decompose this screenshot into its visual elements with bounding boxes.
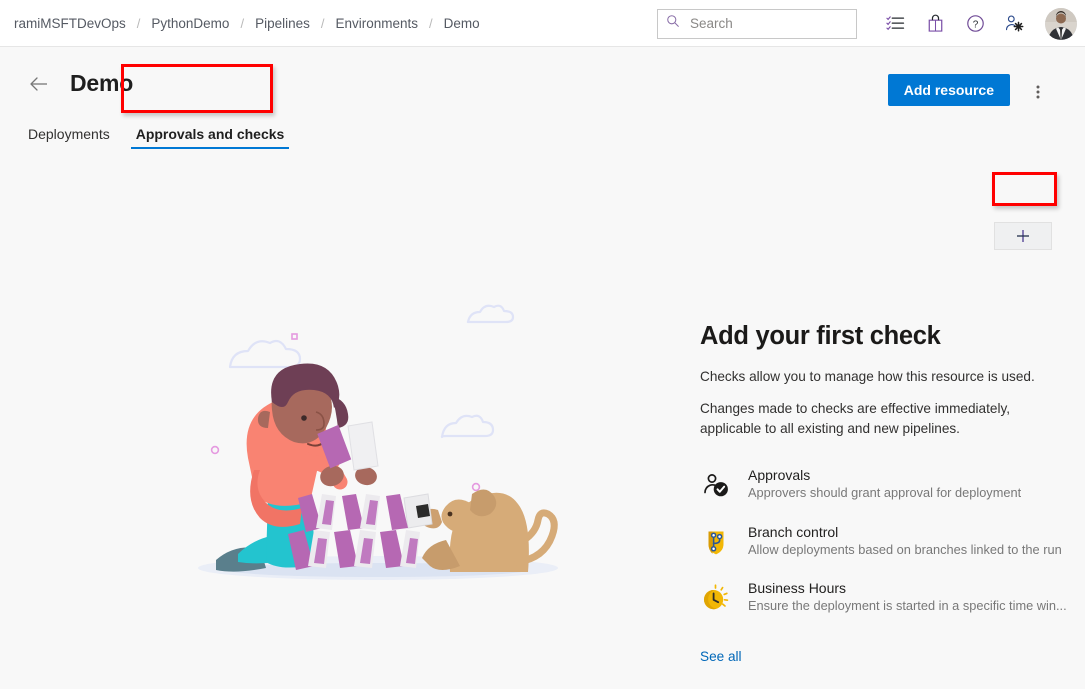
page-title: Demo <box>70 70 133 97</box>
svg-text:?: ? <box>972 19 978 30</box>
breadcrumb-separator: / <box>235 16 249 31</box>
empty-state-title: Add your first check <box>700 322 1065 351</box>
empty-state-illustration <box>120 262 660 632</box>
check-type-branch-control[interactable]: Branch control Allow deployments based o… <box>700 524 1065 559</box>
checklist-icon[interactable] <box>880 9 910 39</box>
empty-state-panel: Add your first check Checks allow you to… <box>700 322 1065 666</box>
see-all-link[interactable]: See all <box>700 649 742 664</box>
search-icon <box>666 14 680 33</box>
add-check-button[interactable] <box>994 222 1052 250</box>
page-header: Demo <box>28 70 133 97</box>
check-type-business-hours[interactable]: Business Hours Ensure the deployment is … <box>700 580 1065 615</box>
tab-approvals-and-checks-label: Approvals and checks <box>136 126 285 142</box>
check-type-approvals-label: Approvals <box>748 467 1021 483</box>
breadcrumb-item-pipelines[interactable]: Pipelines <box>249 14 316 33</box>
page-content: Demo Add resource Deployments Approvals … <box>0 47 1085 689</box>
breadcrumb-separator: / <box>424 16 438 31</box>
search-box[interactable] <box>657 9 857 39</box>
check-type-business-hours-description: Ensure the deployment is started in a sp… <box>748 598 1067 615</box>
breadcrumb-separator: / <box>132 16 146 31</box>
breadcrumb: ramiMSFTDevOps / PythonDemo / Pipelines … <box>8 14 486 33</box>
check-type-business-hours-label: Business Hours <box>748 580 1067 596</box>
check-type-text: Business Hours Ensure the deployment is … <box>748 580 1067 615</box>
tab-bar: Deployments Approvals and checks <box>28 120 296 151</box>
empty-state-description-2: Changes made to checks are effective imm… <box>700 399 1065 438</box>
search-input[interactable] <box>688 15 848 32</box>
check-type-branch-control-label: Branch control <box>748 524 1062 540</box>
approvals-icon <box>700 469 732 501</box>
business-hours-icon <box>700 582 732 614</box>
shopping-bag-icon[interactable] <box>920 9 950 39</box>
avatar[interactable] <box>1045 8 1077 40</box>
more-options-icon[interactable] <box>1025 79 1051 105</box>
tab-deployments[interactable]: Deployments <box>28 120 124 151</box>
check-type-approvals[interactable]: Approvals Approvers should grant approva… <box>700 467 1065 502</box>
breadcrumb-item-project[interactable]: PythonDemo <box>145 14 235 33</box>
check-type-branch-control-description: Allow deployments based on branches link… <box>748 542 1062 559</box>
add-resource-button[interactable]: Add resource <box>888 74 1010 106</box>
tab-deployments-label: Deployments <box>28 126 110 142</box>
tab-approvals-and-checks[interactable]: Approvals and checks <box>124 120 297 151</box>
back-arrow-icon[interactable] <box>28 73 50 95</box>
check-type-approvals-description: Approvers should grant approval for depl… <box>748 485 1021 502</box>
tab-active-underline <box>131 147 290 149</box>
breadcrumb-separator: / <box>316 16 330 31</box>
check-type-list: Approvals Approvers should grant approva… <box>700 467 1065 615</box>
check-type-text: Branch control Allow deployments based o… <box>748 524 1062 559</box>
breadcrumb-item-environments[interactable]: Environments <box>329 14 424 33</box>
dog-illustration <box>404 489 554 572</box>
header-actions: ? <box>657 0 1077 47</box>
top-header-bar: ramiMSFTDevOps / PythonDemo / Pipelines … <box>0 0 1085 47</box>
branch-control-icon <box>700 526 732 558</box>
check-type-text: Approvals Approvers should grant approva… <box>748 467 1021 502</box>
user-settings-icon[interactable] <box>1000 9 1030 39</box>
breadcrumb-item-organization[interactable]: ramiMSFTDevOps <box>8 14 132 33</box>
empty-state-description-1: Checks allow you to manage how this reso… <box>700 367 1065 386</box>
breadcrumb-item-demo[interactable]: Demo <box>438 14 486 33</box>
help-circle-icon[interactable]: ? <box>960 9 990 39</box>
